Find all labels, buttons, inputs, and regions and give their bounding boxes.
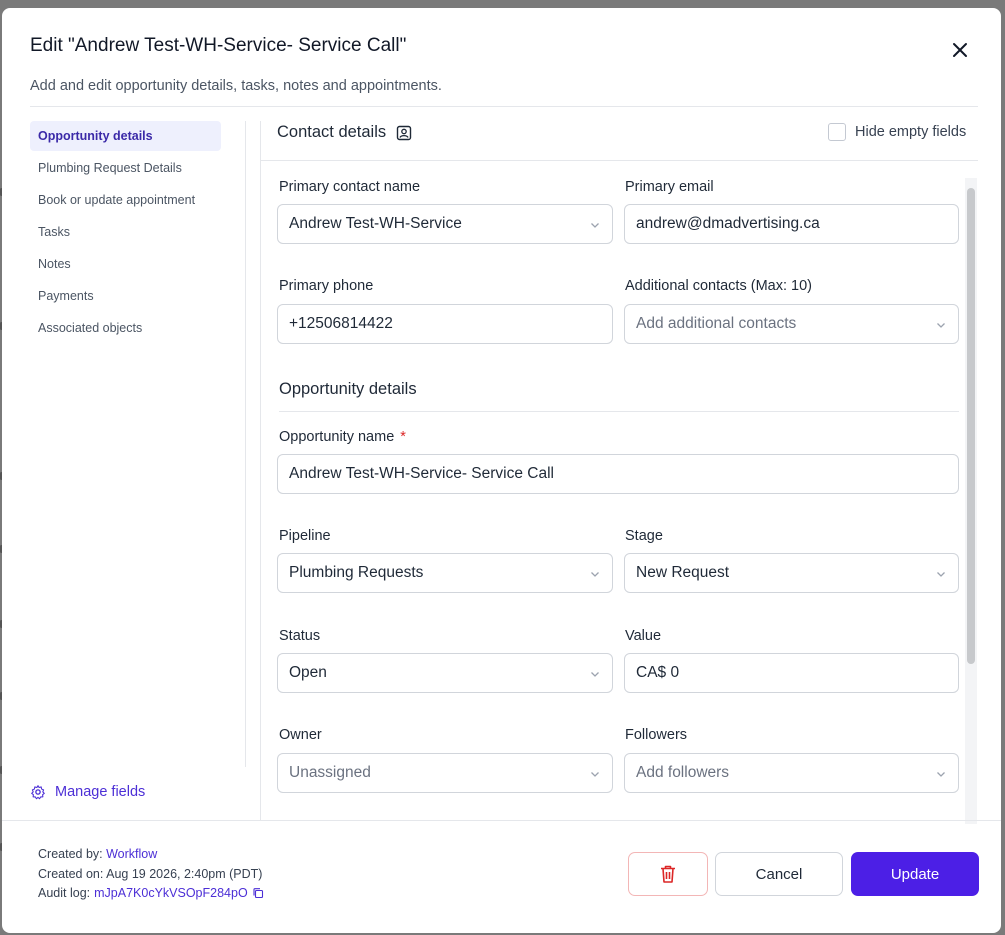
primary-email-label: Primary email (625, 179, 714, 195)
update-button[interactable]: Update (851, 852, 979, 896)
gear-icon (31, 785, 45, 800)
chevron-down-icon (591, 572, 599, 577)
chevron-down-icon (591, 772, 599, 777)
created-by-link[interactable]: Workflow (106, 847, 157, 861)
hide-empty-fields-label: Hide empty fields (855, 124, 967, 140)
trash-icon (661, 865, 675, 883)
primary-contact-name-label: Primary contact name (279, 179, 421, 195)
content-left-border (260, 121, 261, 821)
required-marker: * (400, 429, 406, 445)
opportunity-name-label: Opportunity name * (279, 429, 406, 445)
chevron-down-icon (937, 772, 945, 777)
sidebar-divider (245, 121, 246, 767)
opportunity-name-input[interactable]: Andrew Test-WH-Service- Service Call (277, 454, 959, 494)
owner-select[interactable]: Unassigned (277, 753, 613, 793)
chevron-down-icon (937, 572, 945, 577)
followers-select[interactable]: Add followers (624, 753, 959, 793)
sidebar-nav: Opportunity details Plumbing Request Det… (30, 121, 221, 345)
additional-contacts-label: Additional contacts (Max: 10) (625, 278, 812, 294)
modal-title: Edit "Andrew Test-WH-Service- Service Ca… (30, 35, 407, 56)
sidebar-item-tasks[interactable]: Tasks (30, 217, 221, 247)
pipeline-label: Pipeline (279, 528, 331, 544)
sidebar-item-associated-objects[interactable]: Associated objects (30, 313, 221, 343)
followers-label: Followers (625, 727, 688, 743)
close-button[interactable] (948, 38, 972, 62)
audit-log-id[interactable]: mJpA7K0cYkVSOpF284pO (94, 886, 248, 900)
primary-phone-label: Primary phone (279, 278, 374, 294)
copy-icon[interactable] (252, 887, 264, 899)
manage-fields-label: Manage fields (55, 784, 146, 800)
delete-button[interactable] (628, 852, 708, 896)
edit-opportunity-modal: Edit "Andrew Test-WH-Service- Service Ca… (2, 8, 1001, 933)
value-input[interactable]: CA$ 0 (624, 653, 959, 693)
sidebar-item-book-appointment[interactable]: Book or update appointment (30, 185, 221, 215)
value-label: Value (625, 628, 662, 644)
status-label: Status (279, 628, 321, 644)
stage-select[interactable]: New Request (624, 553, 959, 593)
contact-header-divider (261, 160, 978, 161)
chevron-down-icon (937, 323, 945, 328)
additional-contacts-select[interactable]: Add additional contacts (624, 304, 959, 344)
sidebar-item-notes[interactable]: Notes (30, 249, 221, 279)
cancel-button[interactable]: Cancel (715, 852, 843, 896)
footer-divider (2, 820, 1001, 821)
primary-email-input[interactable]: andrew@dmadvertising.ca (624, 204, 959, 244)
hide-empty-fields-checkbox[interactable] (828, 123, 846, 141)
opportunity-details-title: Opportunity details (279, 380, 417, 398)
opportunity-header-divider (279, 411, 959, 412)
owner-label: Owner (279, 727, 322, 743)
sidebar-item-plumbing-request-details[interactable]: Plumbing Request Details (30, 153, 221, 183)
contact-card-icon (396, 125, 412, 140)
primary-phone-input[interactable]: +12506814422 (277, 304, 613, 344)
stage-label: Stage (625, 528, 663, 544)
sidebar-item-opportunity-details[interactable]: Opportunity details (30, 121, 221, 151)
primary-contact-name-select[interactable]: Andrew Test-WH-Service (277, 204, 613, 244)
manage-fields-button[interactable]: Manage fields (30, 784, 145, 800)
chevron-down-icon (591, 672, 599, 677)
hide-empty-fields-toggle[interactable]: Hide empty fields (828, 123, 966, 141)
close-icon (953, 43, 967, 57)
scrollbar-thumb[interactable] (967, 188, 975, 664)
pipeline-select[interactable]: Plumbing Requests (277, 553, 613, 593)
contact-details-title: Contact details (277, 123, 412, 142)
created-by-line: Created by: Workflow (38, 847, 158, 861)
created-on-line: Created on: Aug 19 2026, 2:40pm (PDT) (38, 867, 263, 881)
status-select[interactable]: Open (277, 653, 613, 693)
sidebar-item-payments[interactable]: Payments (30, 281, 221, 311)
header-divider (30, 106, 978, 107)
modal-subtitle: Add and edit opportunity details, tasks,… (30, 78, 442, 94)
audit-log-line: Audit log: mJpA7K0cYkVSOpF284pO (38, 886, 264, 900)
chevron-down-icon (591, 223, 599, 228)
